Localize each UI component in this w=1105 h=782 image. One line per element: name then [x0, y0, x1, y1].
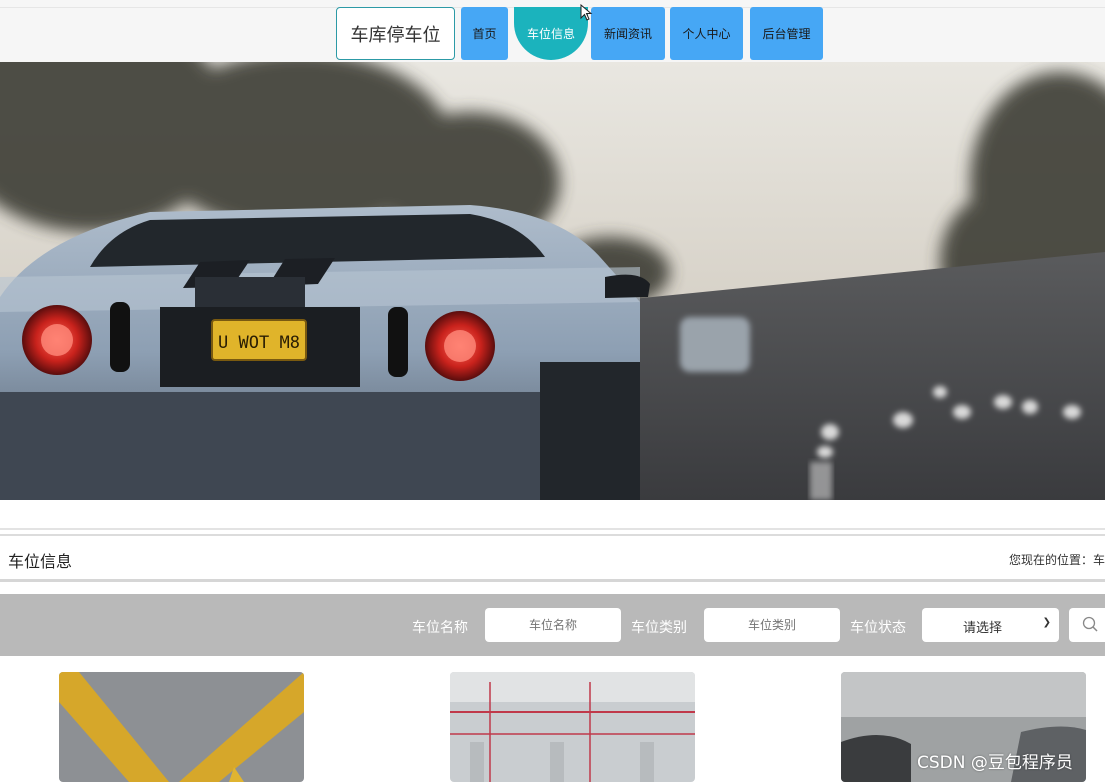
hero-banner[interactable]: U WOT M8 [0, 62, 1105, 500]
mouse-cursor-icon [580, 4, 593, 21]
name-label: 车位名称 [412, 620, 468, 636]
site-brand[interactable]: 车库停车位 [336, 7, 455, 60]
nav-news[interactable]: 新闻资讯 [591, 7, 665, 60]
type-label: 车位类别 [631, 620, 687, 636]
parking-card-image [450, 672, 695, 782]
breadcrumb-bar: 车位信息 您现在的位置：车 [0, 534, 1105, 582]
license-plate-text: U WOT M8 [218, 333, 300, 353]
page-title: 车位信息 [8, 552, 73, 571]
parking-card-image [59, 672, 304, 782]
nav-personal-center[interactable]: 个人中心 [670, 7, 743, 60]
breadcrumb-location: 您现在的位置：车 [1008, 553, 1105, 567]
chevron-down-icon: ❯ [1042, 617, 1051, 628]
search-icon [1082, 616, 1098, 632]
search-button[interactable] [1069, 608, 1105, 642]
parking-card-2[interactable] [450, 672, 695, 782]
nav-parking-info[interactable]: 车位信息 [514, 7, 588, 60]
status-label: 车位状态 [850, 620, 906, 636]
status-select[interactable]: 请选择 ❯ [922, 608, 1059, 642]
search-bar: 车位名称 车位类别 车位状态 请选择 ❯ [0, 594, 1105, 656]
parking-card-1[interactable] [59, 672, 304, 782]
section-divider [0, 528, 1105, 530]
top-navigation: 车库停车位 首页 车位信息 新闻资讯 个人中心 后台管理 [0, 0, 1105, 62]
csdn-watermark: CSDN @豆包程序员 [917, 753, 1073, 773]
status-select-value: 请选择 [963, 621, 1003, 636]
type-search-input[interactable] [704, 608, 840, 642]
nav-home[interactable]: 首页 [461, 7, 508, 60]
name-search-input[interactable] [485, 608, 621, 642]
hero-car-image: U WOT M8 [0, 62, 1105, 500]
nav-admin[interactable]: 后台管理 [750, 7, 823, 60]
